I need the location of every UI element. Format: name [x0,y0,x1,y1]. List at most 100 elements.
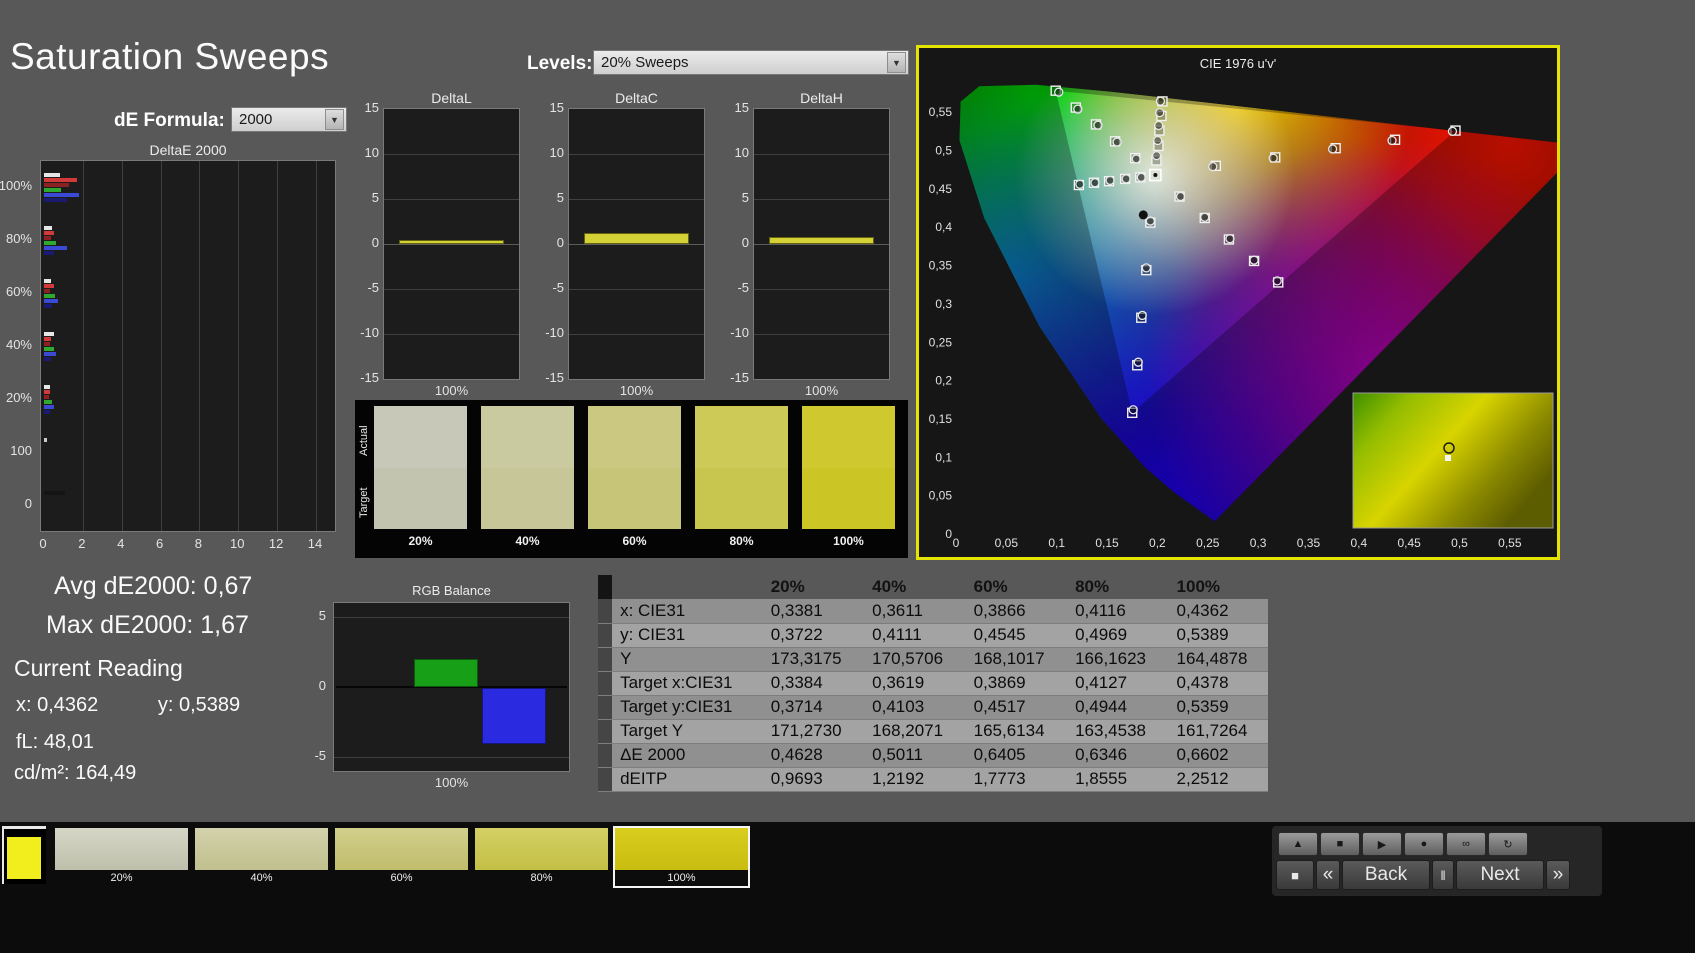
row-accent-cell [598,671,613,696]
record-button[interactable]: ● [1404,832,1444,856]
back-arrow-button[interactable]: « [1316,860,1340,890]
stop-button[interactable]: ■ [1320,832,1360,856]
y-axis-tick-label: 0,2 [935,374,952,388]
y-axis-tick-label: -5 [314,748,326,763]
chart-plot [383,108,520,380]
reference-dot [1138,210,1148,220]
page-title: Saturation Sweeps [10,36,330,77]
grid-line [384,199,519,200]
table-cell: 0,3714 [760,695,863,720]
deltae-bar [44,384,50,389]
y-axis-tick-label: 0 [741,235,749,250]
deltae-bar [44,399,52,404]
cd-value: 164,49 [75,762,137,784]
y-axis-tick-label: 0,15 [929,412,953,426]
measured-marker [1155,107,1165,118]
table-cell: 0,6405 [963,743,1066,768]
rgb-balance-plot [333,602,570,772]
y-axis-tick-label: 0 [371,235,379,250]
table-cell: 168,2071 [862,719,964,744]
color-swatch [695,406,788,529]
row-accent-cell [598,719,613,744]
pattern-tile-20%[interactable]: 20% [55,828,188,886]
row-accent-cell [598,623,613,648]
refresh-button[interactable]: ↻ [1488,832,1528,856]
pattern-window-button[interactable]: ■ [1276,860,1314,890]
pattern-tile-60%[interactable]: 60% [335,828,468,886]
table-header-cell: 60% [973,577,1008,596]
y-axis-tick-label: 40% [5,337,32,352]
chart-plot [568,108,705,380]
pattern-label: 100% [667,872,696,884]
deltae-bar [44,246,68,251]
pattern-tile-80%[interactable]: 80% [475,828,608,886]
play-button[interactable]: ▶ [1362,832,1402,856]
x-axis-tick-label: 0,45 [1397,536,1421,550]
table-cell: 165,6134 [963,719,1066,744]
meter-controls-panel: ▲ ■ ▶ ● ∞ ↻ ■ «Back ‖ Next» [1272,826,1602,896]
y-axis-tick-label: 10 [364,145,379,160]
delta-charts: DeltaL 15 10 5 0 -5 -10 -15 100% DeltaC 15 10 5 0 -5 -1… [353,90,913,400]
deltae-bar [44,437,47,442]
swatch-label: 40% [515,534,540,548]
next-button[interactable]: Next [1456,860,1544,890]
pattern-tile-40%[interactable]: 40% [195,828,328,886]
y-axis-tick-label: -10 [545,325,564,340]
pause-button[interactable]: ‖ [1432,860,1454,890]
deltae-bar [44,279,51,284]
loop-button[interactable]: ∞ [1446,832,1486,856]
grid-line [199,161,201,531]
pattern-label: 40% [250,872,273,884]
table-cell: 0,4944 [1065,695,1167,720]
pattern-swatch [615,828,748,870]
back-button[interactable]: Back [1342,860,1430,890]
grid-line [334,757,569,758]
table-header-cell: 100% [1176,577,1221,596]
x-axis-tick-label: 0,25 [1196,536,1220,550]
deltae-bar [44,299,58,304]
row-label: ΔE 2000 [612,743,761,768]
table-cell: 0,5011 [862,743,964,768]
eject-button[interactable]: ▲ [1278,832,1318,856]
pattern-tile-100%[interactable]: 100% [613,826,750,888]
grid-line [569,289,704,290]
row-label: Target Y [612,719,761,744]
table-row: x: CIE31 0,3381 0,3611 0,3866 0,4116 0,4362 [598,599,1268,624]
y-axis-tick-label: 0,05 [929,489,953,503]
grid-line [569,199,704,200]
deltae-bar [44,347,54,351]
green-bar [414,659,478,687]
x-axis-label: 100% [434,383,469,398]
delta-bar [769,236,874,244]
table-header-accent [598,575,613,599]
table-cell: 2,2512 [1166,767,1268,792]
pattern-preview-tile[interactable] [2,826,46,884]
measured-marker [1131,154,1141,164]
de-formula-dropdown[interactable]: 2000 ▼ [231,107,347,132]
grid-line [569,334,704,335]
table-cell: 0,5359 [1166,695,1268,720]
y-axis-tick-label: 15 [734,100,749,115]
table-cell: 171,2730 [760,719,863,744]
measured-marker [1105,175,1115,186]
rgb-balance-x-label: 100% [434,775,469,790]
measured-marker [1387,135,1397,146]
deltae-bar [44,389,50,394]
actual-color [802,406,895,468]
row-label: dEITP [612,767,761,792]
deltae-bar [44,404,54,409]
table-cell: 170,5706 [862,647,964,672]
levels-dropdown[interactable]: 20% Sweeps ▼ [593,50,909,75]
y-value: 0,5389 [178,694,241,716]
levels-label-wrap: Levels: [527,53,592,75]
deltae-bar [44,284,54,289]
table-cell: 0,3384 [760,671,863,696]
next-arrow-button[interactable]: » [1546,860,1570,890]
rgb-balance-chart: RGB Balance 5 0 -5 100% [300,583,590,795]
table-cell: 0,6602 [1166,743,1268,768]
actual-target-swatches: Actual Target 20% 40% 60% 80% 100% [355,400,908,558]
zoom-inset [1352,392,1554,529]
y-axis-tick-label: 80% [5,231,32,247]
table-cell: 0,4628 [760,743,863,768]
y-axis-tick-label: 0 [318,678,326,693]
